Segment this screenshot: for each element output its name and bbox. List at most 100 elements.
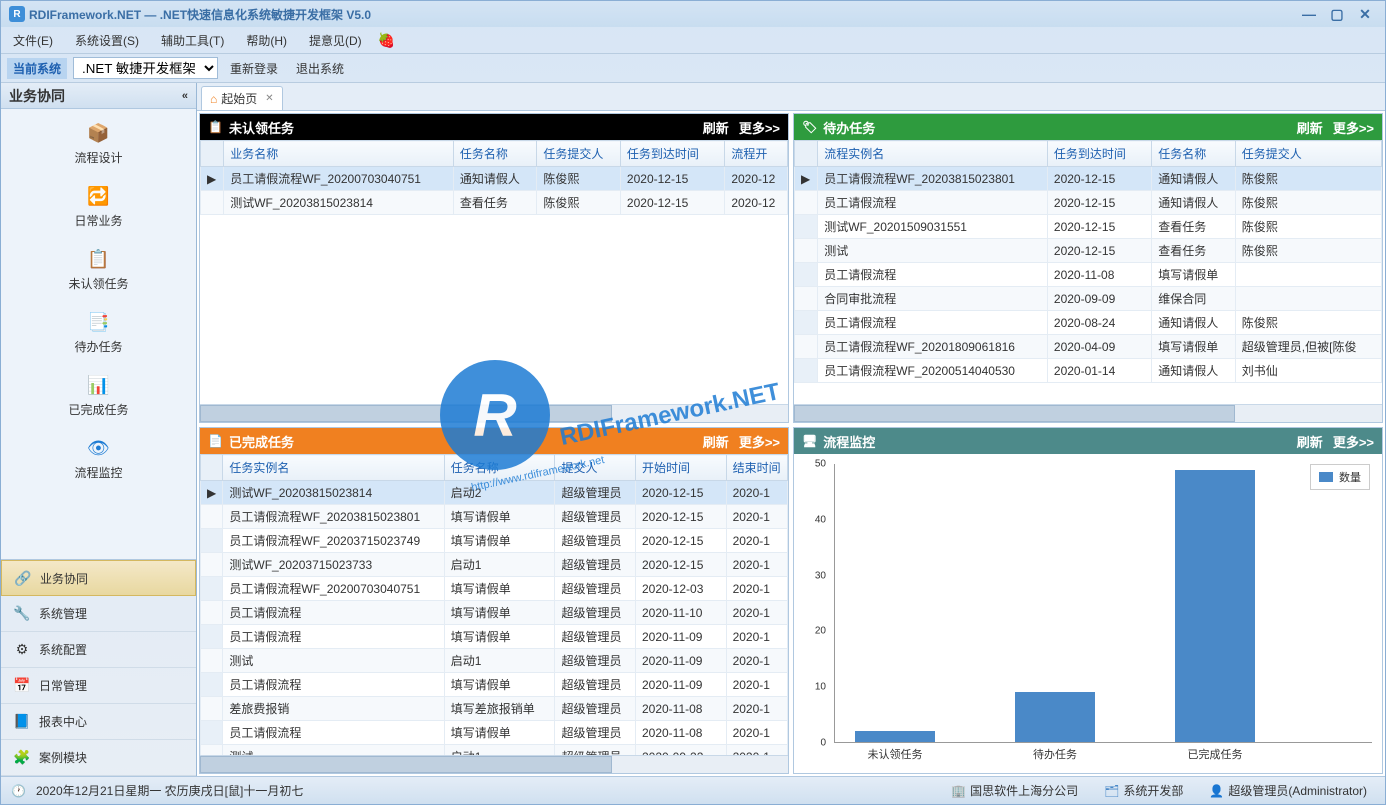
refresh-button[interactable]: 刷新	[703, 118, 729, 137]
table-row[interactable]: 测试WF_202015090315512020-12-15查看任务陈俊熙	[795, 215, 1382, 239]
table-row[interactable]: 测试WF_20203815023814查看任务陈俊熙2020-12-152020…	[201, 191, 788, 215]
table-row[interactable]: 差旅费报销填写差旅报销单超级管理员2020-11-082020-1	[201, 697, 788, 721]
side-item[interactable]: 📦流程设计	[74, 121, 122, 166]
table-row[interactable]: ▶员工请假流程WF_202038150238012020-12-15通知请假人陈…	[795, 167, 1382, 191]
panel-process-monitor: 🖥 流程监控 刷新 更多>> 数量 01020304050 未认领任务待办任务已…	[793, 427, 1383, 774]
table-row[interactable]: 员工请假流程WF_20200703040751填写请假单超级管理员2020-12…	[201, 577, 788, 601]
side-item-label: 流程监控	[74, 464, 122, 481]
nav-item-label: 系统管理	[39, 605, 87, 622]
table-row[interactable]: 员工请假流程填写请假单超级管理员2020-11-102020-1	[201, 601, 788, 625]
scrollbar[interactable]	[200, 755, 788, 773]
sidebar-nav: 🔗业务协同🔧系统管理⚙系统配置📅日常管理📘报表中心🧩案例模块	[1, 559, 196, 776]
nav-item[interactable]: 🔧系统管理	[1, 596, 196, 632]
table-row[interactable]: 员工请假流程2020-11-08填写请假单	[795, 263, 1382, 287]
chart-bar	[1015, 692, 1095, 742]
cell: 超级管理员	[555, 529, 636, 553]
table-row[interactable]: 员工请假流程填写请假单超级管理员2020-11-092020-1	[201, 625, 788, 649]
table-row[interactable]: 员工请假流程2020-12-15通知请假人陈俊熙	[795, 191, 1382, 215]
cell: 员工请假流程	[223, 625, 444, 649]
cell: 填写请假单	[444, 601, 555, 625]
relogin-button[interactable]: 重新登录	[224, 57, 284, 80]
table-row[interactable]: 测试启动1超级管理员2020-09-222020-1	[201, 745, 788, 756]
panel-title: 待办任务	[823, 118, 875, 137]
statusbar: 🕐 2020年12月21日星期一 农历庚戌日[鼠]十一月初七 🏢国思软件上海分公…	[1, 776, 1385, 804]
chart-bar	[855, 731, 935, 742]
nav-item[interactable]: 🧩案例模块	[1, 740, 196, 776]
more-button[interactable]: 更多>>	[739, 432, 780, 451]
refresh-button[interactable]: 刷新	[703, 432, 729, 451]
sidebar-body: 📦流程设计 🔁日常业务 📋未认领任务 📑待办任务 📊已完成任务 👁流程监控	[1, 109, 196, 559]
more-button[interactable]: 更多>>	[1333, 432, 1374, 451]
chart-x-label: 已完成任务	[1155, 746, 1275, 762]
system-select[interactable]: .NET 敏捷开发框架	[73, 57, 218, 79]
side-item[interactable]: 📑待办任务	[74, 310, 122, 355]
table-row[interactable]: 合同审批流程2020-09-09维保合同	[795, 287, 1382, 311]
tab-start-page[interactable]: ⌂ 起始页 ✕	[201, 86, 283, 110]
cell: 2020-01-14	[1047, 359, 1151, 383]
titlebar: R RDIFramework.NET — .NET快速信息化系统敏捷开发框架 V…	[1, 1, 1385, 27]
refresh-button[interactable]: 刷新	[1297, 118, 1323, 137]
panel-todo-tasks: 🏷 待办任务 刷新 更多>> 流程实例名任务到达时间任务名称任务提交人▶员工请假…	[793, 113, 1383, 423]
menu-item[interactable]: 帮助(H)	[240, 29, 293, 52]
table-row[interactable]: 员工请假流程WF_20203815023801填写请假单超级管理员2020-12…	[201, 505, 788, 529]
table-row[interactable]: ▶测试WF_20203815023814启动2超级管理员2020-12-1520…	[201, 481, 788, 505]
sidebar-header[interactable]: 业务协同 «	[1, 83, 196, 109]
table-row[interactable]: 测试启动1超级管理员2020-11-092020-1	[201, 649, 788, 673]
table-row[interactable]: 员工请假流程WF_202005140405302020-01-14通知请假人刘书…	[795, 359, 1382, 383]
nav-item[interactable]: 🔗业务协同	[1, 560, 196, 596]
chart-area: 未认领任务待办任务已完成任务	[834, 464, 1372, 743]
nav-item[interactable]: 📅日常管理	[1, 668, 196, 704]
nav-item[interactable]: ⚙系统配置	[1, 632, 196, 668]
tab-close-icon[interactable]: ✕	[265, 93, 273, 104]
refresh-button[interactable]: 刷新	[1297, 432, 1323, 451]
table-row[interactable]: 员工请假流程填写请假单超级管理员2020-11-092020-1	[201, 673, 788, 697]
side-item[interactable]: 📊已完成任务	[68, 373, 128, 418]
table-row[interactable]: 测试2020-12-15查看任务陈俊熙	[795, 239, 1382, 263]
menu-item[interactable]: 文件(E)	[7, 29, 59, 52]
cell: 超级管理员	[555, 481, 636, 505]
home-icon: ⌂	[210, 92, 217, 106]
cell: 测试WF_20203815023814	[224, 191, 454, 215]
menu-item[interactable]: 提意见(D)	[303, 29, 368, 52]
cell: 超级管理员	[555, 745, 636, 756]
side-item[interactable]: 📋未认领任务	[68, 247, 128, 292]
scrollbar[interactable]	[200, 404, 788, 422]
side-item-icon: 📋	[84, 247, 112, 271]
cell: 2020-12-15	[635, 481, 726, 505]
menu-item[interactable]: 系统设置(S)	[69, 29, 145, 52]
exit-button[interactable]: 退出系统	[290, 57, 350, 80]
table-row[interactable]: 员工请假流程2020-08-24通知请假人陈俊熙	[795, 311, 1382, 335]
unclaimed-grid[interactable]: 业务名称任务名称任务提交人任务到达时间流程开▶员工请假流程WF_20200703…	[200, 140, 788, 404]
cell: 2020-1	[726, 625, 787, 649]
table-row[interactable]: ▶员工请假流程WF_20200703040751通知请假人陈俊熙2020-12-…	[201, 167, 788, 191]
cell: 通知请假人	[1152, 359, 1236, 383]
menu-item[interactable]: 辅助工具(T)	[155, 29, 230, 52]
side-item-label: 已完成任务	[68, 401, 128, 418]
cell: 2020-1	[726, 673, 787, 697]
cell: 员工请假流程WF_20200514040530	[818, 359, 1048, 383]
maximize-button[interactable]: ▢	[1325, 6, 1349, 22]
minimize-button[interactable]: ―	[1297, 6, 1321, 22]
cell: 员工请假流程	[223, 601, 444, 625]
cell: 超级管理员,但被[陈俊	[1235, 335, 1381, 359]
more-button[interactable]: 更多>>	[1333, 118, 1374, 137]
check-icon: 🏷	[802, 120, 817, 134]
side-item[interactable]: 👁流程监控	[74, 436, 122, 481]
monitor-icon: 🖥	[802, 434, 817, 448]
side-item[interactable]: 🔁日常业务	[74, 184, 122, 229]
strawberry-icon[interactable]: 🍓	[378, 32, 395, 49]
table-row[interactable]: 测试WF_20203715023733启动1超级管理员2020-12-15202…	[201, 553, 788, 577]
close-button[interactable]: ✕	[1353, 6, 1377, 22]
cell: 测试	[818, 239, 1048, 263]
more-button[interactable]: 更多>>	[739, 118, 780, 137]
scrollbar[interactable]	[794, 404, 1382, 422]
cell: 查看任务	[453, 191, 537, 215]
table-row[interactable]: 员工请假流程填写请假单超级管理员2020-11-082020-1	[201, 721, 788, 745]
nav-item[interactable]: 📘报表中心	[1, 704, 196, 740]
completed-grid[interactable]: 任务实例名任务名称提交人开始时间结束时间▶测试WF_20203815023814…	[200, 454, 788, 755]
status-dept: 🗂系统开发部	[1096, 782, 1191, 799]
todo-grid[interactable]: 流程实例名任务到达时间任务名称任务提交人▶员工请假流程WF_2020381502…	[794, 140, 1382, 404]
table-row[interactable]: 员工请假流程WF_202018090618162020-04-09填写请假单超级…	[795, 335, 1382, 359]
table-row[interactable]: 员工请假流程WF_20203715023749填写请假单超级管理员2020-12…	[201, 529, 788, 553]
panel-title: 已完成任务	[229, 432, 294, 451]
